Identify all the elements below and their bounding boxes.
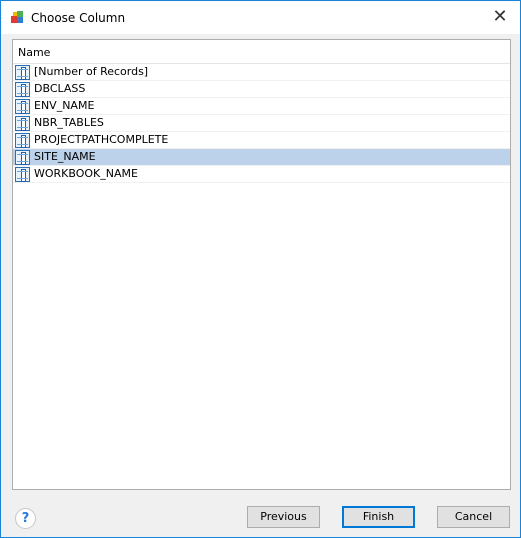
list-item[interactable]: ENV_NAME <box>13 98 510 115</box>
list-item-label: NBR_TABLES <box>34 116 104 129</box>
column-field-icon <box>15 167 30 182</box>
list-item[interactable]: NBR_TABLES <box>13 115 510 132</box>
list-item-label: DBCLASS <box>34 82 86 95</box>
dialog-title: Choose Column <box>31 11 126 25</box>
cancel-button[interactable]: Cancel <box>437 506 510 528</box>
column-field-icon <box>15 65 30 80</box>
list-item-label: ENV_NAME <box>34 99 95 112</box>
list-item[interactable]: PROJECTPATHCOMPLETE <box>13 132 510 149</box>
app-logo-icon <box>11 11 23 23</box>
column-field-icon <box>15 82 30 97</box>
title-bar: Choose Column ✕ <box>1 1 520 34</box>
column-field-icon <box>15 150 30 165</box>
column-list[interactable]: Name [Number of Records] DBCLASS ENV_NAME N… <box>12 39 511 490</box>
list-item-label: WORKBOOK_NAME <box>34 167 138 180</box>
list-item[interactable]: DBCLASS <box>13 81 510 98</box>
previous-button[interactable]: Previous <box>247 506 320 528</box>
column-field-icon <box>15 133 30 148</box>
choose-column-dialog: Choose Column ✕ Name [Number of Records]… <box>0 0 521 538</box>
column-header-name[interactable]: Name <box>13 40 510 64</box>
help-icon[interactable]: ? <box>15 508 36 529</box>
list-item-label: PROJECTPATHCOMPLETE <box>34 133 169 146</box>
finish-button[interactable]: Finish <box>342 506 415 528</box>
column-field-icon <box>15 116 30 131</box>
list-item[interactable]: SITE_NAME <box>13 149 510 166</box>
list-item[interactable]: [Number of Records] <box>13 64 510 81</box>
close-icon[interactable]: ✕ <box>488 5 512 29</box>
list-item-label: SITE_NAME <box>34 150 96 163</box>
list-item[interactable]: WORKBOOK_NAME <box>13 166 510 183</box>
list-item-label: [Number of Records] <box>34 65 149 78</box>
column-field-icon <box>15 99 30 114</box>
